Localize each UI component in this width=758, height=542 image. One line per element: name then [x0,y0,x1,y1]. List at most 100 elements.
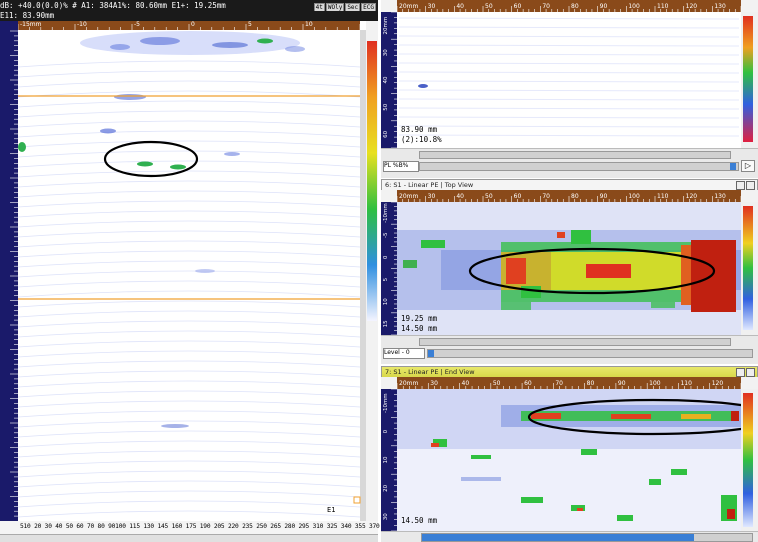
ruler-label: 70 [542,193,550,200]
panel-mid-depth: 19.25 mm [401,314,438,323]
side-ruler-label: -10mm [383,203,389,223]
ruler-label: 0 [191,21,195,28]
ruler-label: 100 [649,380,661,387]
ruler-label: 130 [714,193,726,200]
side-ruler-label: 0 [383,429,389,433]
ruler-label: 60 [514,193,522,200]
panel-bot-slider-thumb[interactable] [422,534,694,541]
left-scan-view[interactable]: -15mm -10 -5 0 5 10 [0,21,378,541]
panel-bot-scan[interactable]: 20mm 30 40 50 60 70 80 90 100 110 120 -10mm 0 10 20 30 [381,377,758,531]
side-ruler-label: 20mm [383,17,389,35]
panel-bot-controls [381,531,758,542]
ruler-label: 30 [428,3,436,10]
left-bottom-axis-labels: 510 20 30 40 50 60 70 80 90100 115 130 1… [20,523,380,530]
ruler-label: 90 [600,193,608,200]
left-header-readout-2: E11: 83.90mm [0,11,378,21]
readout-line2: E11: 83.90mm [0,11,55,20]
side-ruler-label: 20 [383,484,389,491]
ruler-label: 130 [714,3,726,10]
ruler-label: 40 [456,193,464,200]
ruler-label: 80 [571,3,579,10]
panel-mid-title: 6: S1 - Linear PE | Top View [385,181,474,189]
panel-mid-heatmap [397,202,741,335]
panel-mid-slider-thumb[interactable] [428,350,434,357]
ruler-label: -10 [77,21,87,28]
side-ruler-label: 5 [383,277,389,281]
readout-line1: dB: +40.0(0.0)% # A1: 384A1%: 80.60mm E1… [0,1,226,10]
toolbar-btn-sec[interactable]: Sec [345,3,361,11]
panel-top-select[interactable]: PL %B% [383,161,419,172]
side-ruler-label: 60 [383,130,389,137]
side-ruler-label: 10 [383,298,389,305]
panel-top-controls: PL %B% ▷ [381,148,758,178]
ruler-label: 120 [686,193,698,200]
panel-bot-depth: 14.50 mm [401,516,438,525]
left-colorbar [367,41,377,321]
side-ruler-label: 40 [383,76,389,83]
side-ruler-label: 0 [383,255,389,259]
left-scrollbar[interactable] [360,30,366,521]
ruler-label: 60 [514,3,522,10]
ruler-label: 100 [628,193,640,200]
ruler-label: -5 [134,21,140,28]
panel-top-value: (2):10.8% [401,135,442,144]
ruler-label: 110 [657,193,669,200]
side-ruler-label: 10 [383,456,389,463]
ruler-label: 40 [462,380,470,387]
side-ruler-label: 50 [383,103,389,110]
toolbar-btn-4t[interactable]: 4t [313,3,325,11]
panel-mid-controls: Level - 0 [381,335,758,364]
ruler-label: 100 [628,3,640,10]
ruler-label: 50 [485,3,493,10]
ruler-label: 30 [430,380,438,387]
play-button[interactable]: ▷ [741,160,755,172]
panel-top-hscroll[interactable] [419,151,731,159]
side-ruler-label: 30 [383,513,389,520]
ruler-label: 120 [712,380,724,387]
side-ruler-label: -5 [383,232,389,238]
ruler-label: 60 [524,380,532,387]
ruler-label: 90 [600,3,608,10]
ruler-label: 120 [686,3,698,10]
ruler-label: 20mm [399,3,418,10]
panel-mid-slider[interactable] [427,349,753,358]
panel-top-colorbar [743,16,753,142]
ruler-label: 110 [657,3,669,10]
ruler-label: 90 [618,380,626,387]
ruler-label: 80 [587,380,595,387]
panel-bot-title: 7: S1 - Linear PE | End View [385,368,475,376]
ruler-label: 5 [248,21,252,28]
panel-mid-level-select[interactable]: Level - 0 [383,348,425,359]
panel-top-scan[interactable]: 20mm 30 40 50 60 70 80 90 100 110 120 130 20mm 30 40 5… [381,0,758,148]
panel-top-blip [418,84,428,88]
ruler-label: 10 [305,21,313,28]
panel-bot-close[interactable] [746,368,755,377]
ruler-label: 50 [493,380,501,387]
left-scan-panel: dB: +40.0(0.0)% # A1: 384A1%: 80.60mm E1… [0,0,380,542]
panel-mid: 6: S1 - Linear PE | Top View 20mm 30 40 50 6… [381,179,758,364]
panel-bot: 7: S1 - Linear PE | End View 20mm 30 40 50 6… [381,366,758,542]
ruler-label: 50 [485,193,493,200]
panel-mid-hscroll[interactable] [419,338,731,346]
ruler-label: 20mm [399,193,418,200]
ruler-label: 110 [680,380,692,387]
panel-top-slider[interactable] [419,162,739,171]
panel-bot-colorbar [743,393,753,527]
panel-top-slider-thumb[interactable] [730,163,736,170]
panel-mid-minimize[interactable] [736,181,745,190]
panel-mid-scan[interactable]: 20mm 30 40 50 60 70 80 90 100 110 120 130 -10mm -5 0 5… [381,190,758,335]
panel-top-depth: 83.90 mm [401,125,438,134]
ruler-label: 80 [571,193,579,200]
panel-mid-close[interactable] [746,181,755,190]
ruler-label: -15mm [20,21,42,28]
cursor-label: E1 [327,506,336,514]
toolbar-btn-ecg[interactable]: ECG [361,3,376,11]
panel-mid-colorbar [743,206,753,330]
toolbar-btn-woly[interactable]: WOly [325,3,345,11]
panel-bot-minimize[interactable] [736,368,745,377]
panel-mid-value: 14.50 mm [401,324,438,333]
left-header-readout: dB: +40.0(0.0)% # A1: 384A1%: 80.60mm E1… [0,0,378,11]
ruler-label: 20mm [399,380,418,387]
side-ruler-label: -10mm [383,393,389,413]
side-ruler-label: 30 [383,49,389,56]
